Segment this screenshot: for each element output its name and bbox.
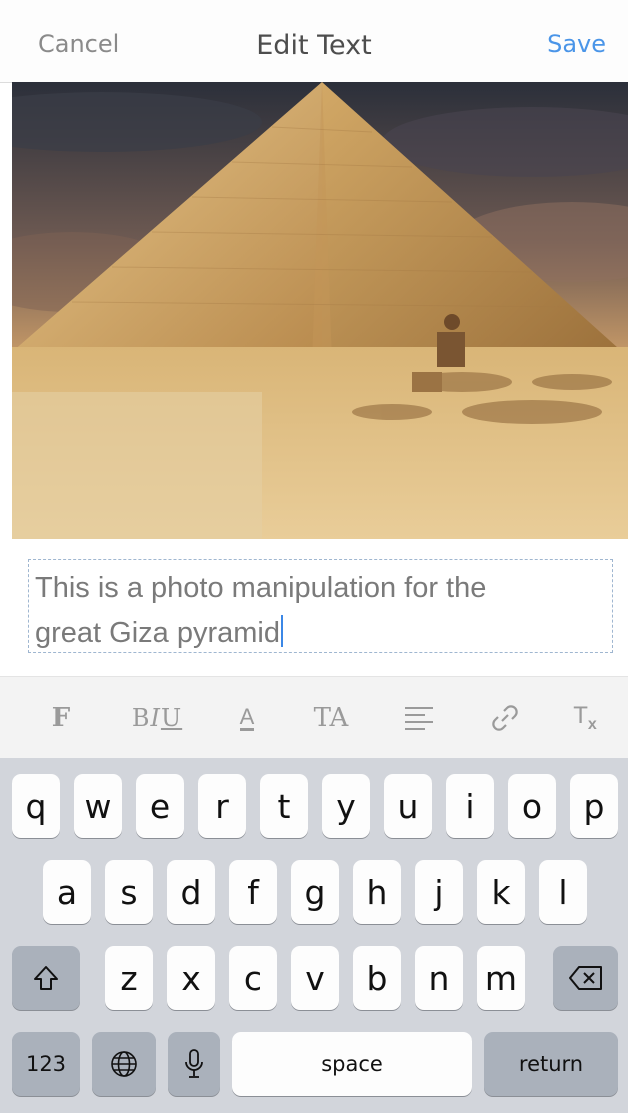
text-color-icon: A: [239, 703, 255, 731]
numbers-key[interactable]: 123: [12, 1032, 80, 1096]
key-g[interactable]: g: [291, 860, 339, 924]
key-p[interactable]: p: [570, 774, 618, 838]
microphone-icon: [185, 1049, 203, 1078]
format-toolbar: F BIU A TA Tx: [0, 676, 628, 759]
dictation-key[interactable]: [168, 1032, 220, 1096]
text-case-button[interactable]: TA: [296, 677, 366, 759]
page-title: Edit Text: [256, 30, 372, 61]
key-d[interactable]: d: [167, 860, 215, 924]
text-case-icon: TA: [313, 703, 349, 733]
globe-key[interactable]: [92, 1032, 156, 1096]
text-editor[interactable]: This is a photo manipulation for the gre…: [28, 559, 613, 653]
link-icon: [492, 705, 518, 731]
key-l[interactable]: l: [539, 860, 587, 924]
key-w[interactable]: w: [74, 774, 122, 838]
key-c[interactable]: c: [229, 946, 277, 1010]
clear-format-icon: Tx: [573, 702, 597, 733]
text-cursor: [281, 615, 283, 647]
backspace-icon: [568, 966, 602, 990]
key-z[interactable]: z: [105, 946, 153, 1010]
key-h[interactable]: h: [353, 860, 401, 924]
key-n[interactable]: n: [415, 946, 463, 1010]
navigation-bar: Cancel Edit Text Save: [0, 0, 628, 83]
globe-icon: [111, 1051, 137, 1077]
key-j[interactable]: j: [415, 860, 463, 924]
key-u[interactable]: u: [384, 774, 432, 838]
key-o[interactable]: o: [508, 774, 556, 838]
key-m[interactable]: m: [477, 946, 525, 1010]
key-b[interactable]: b: [353, 946, 401, 1010]
key-y[interactable]: y: [322, 774, 370, 838]
key-f[interactable]: f: [229, 860, 277, 924]
bold-italic-underline-icon: BIU: [131, 704, 183, 732]
space-key[interactable]: space: [232, 1032, 472, 1096]
align-left-icon: [405, 707, 433, 730]
key-r[interactable]: r: [198, 774, 246, 838]
bold-italic-underline-button[interactable]: BIU: [112, 677, 202, 759]
font-icon: F: [51, 703, 71, 733]
shift-key[interactable]: [12, 946, 80, 1010]
editor-line-1: This is a photo manipulation for the: [35, 572, 487, 604]
delete-key[interactable]: [553, 946, 618, 1010]
key-i[interactable]: i: [446, 774, 494, 838]
keyboard: q w e r t y u i o p a s d f g h j k l z …: [0, 758, 628, 1113]
key-s[interactable]: s: [105, 860, 153, 924]
key-a[interactable]: a: [43, 860, 91, 924]
return-key[interactable]: return: [484, 1032, 618, 1096]
alignment-button[interactable]: [384, 677, 454, 759]
key-q[interactable]: q: [12, 774, 60, 838]
key-v[interactable]: v: [291, 946, 339, 1010]
font-button[interactable]: F: [36, 677, 86, 759]
save-button[interactable]: Save: [547, 30, 606, 58]
link-button[interactable]: [475, 677, 535, 759]
shift-icon: [34, 966, 58, 990]
key-t[interactable]: t: [260, 774, 308, 838]
key-k[interactable]: k: [477, 860, 525, 924]
key-e[interactable]: e: [136, 774, 184, 838]
text-color-button[interactable]: A: [222, 677, 272, 759]
pyramid-photo: [12, 82, 628, 539]
editor-line-2: great Giza pyramid: [35, 611, 606, 656]
clear-format-button[interactable]: Tx: [555, 677, 615, 759]
key-x[interactable]: x: [167, 946, 215, 1010]
